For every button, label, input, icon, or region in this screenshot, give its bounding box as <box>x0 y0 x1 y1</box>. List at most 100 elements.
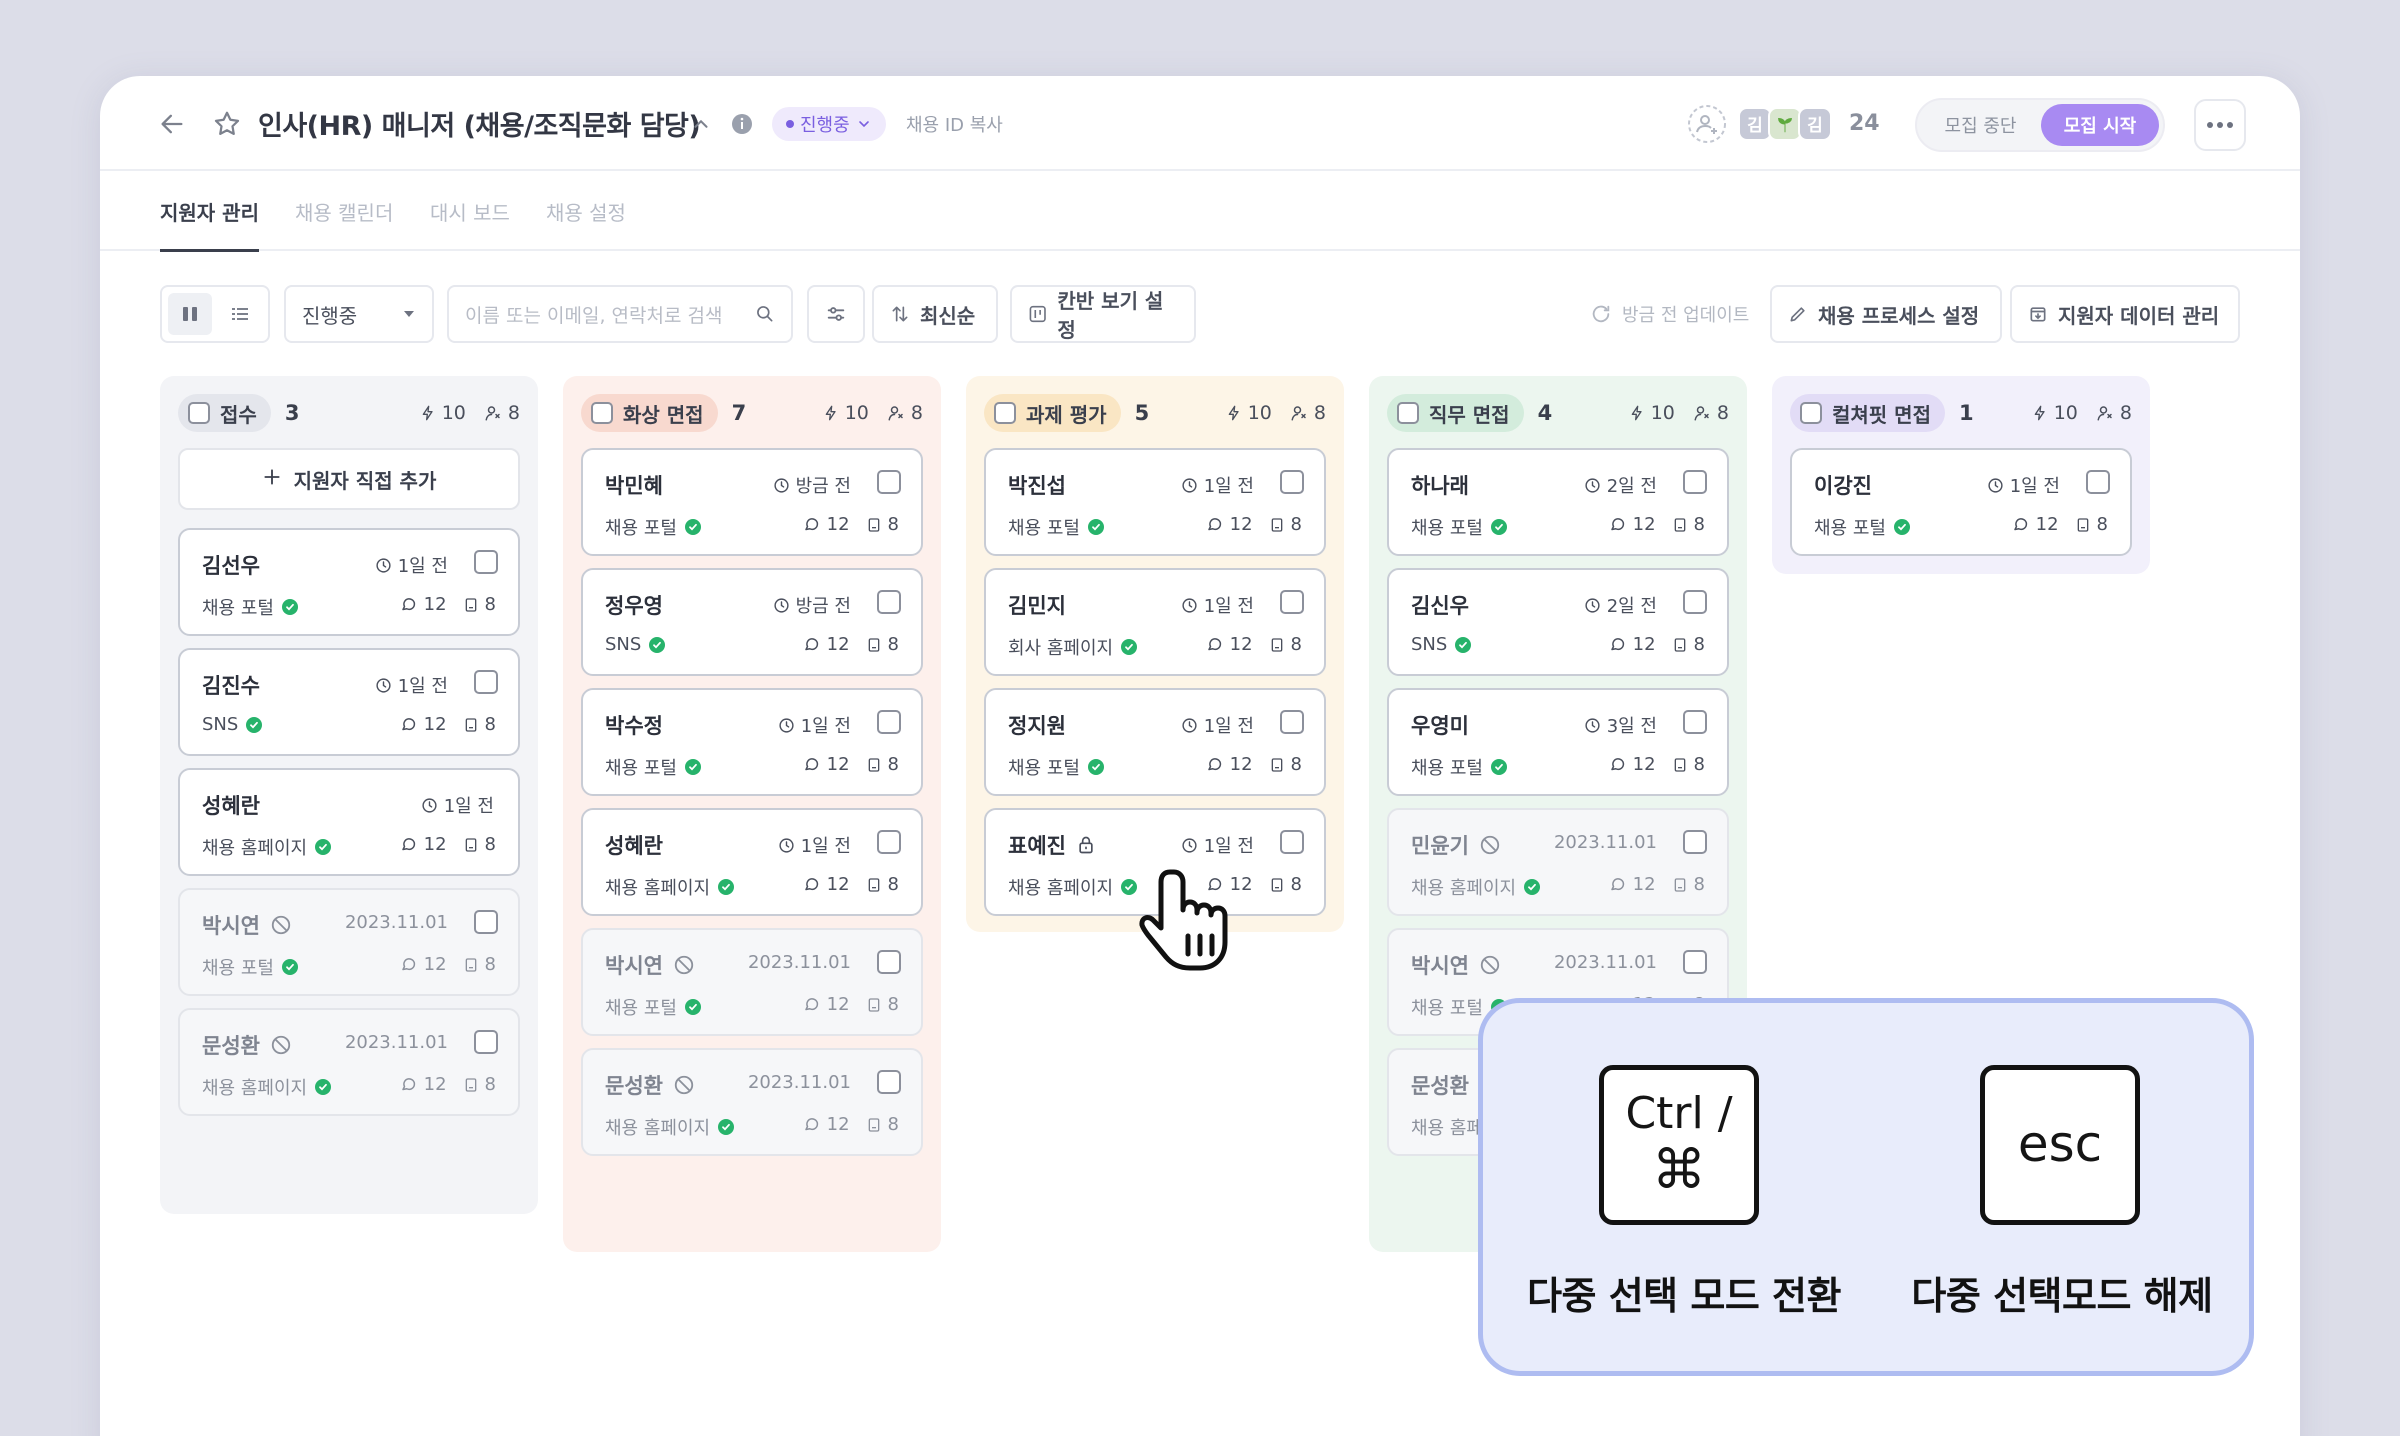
card-select-checkbox[interactable] <box>474 1030 498 1054</box>
applicant-card[interactable]: 정지원 1일 전 채용 포털 12 8 <box>984 688 1326 796</box>
chevron-down-icon <box>858 120 869 127</box>
applicant-card[interactable]: 민윤기 2023.11.01 채용 홈페이지 12 8 <box>1387 808 1729 916</box>
blocked-icon <box>1479 954 1501 976</box>
applicant-card[interactable]: 박진섭 1일 전 채용 포털 12 8 <box>984 448 1326 556</box>
star-icon[interactable] <box>212 76 242 171</box>
card-select-checkbox[interactable] <box>474 910 498 934</box>
info-icon[interactable] <box>730 76 754 171</box>
applied-time-text: 2023.11.01 <box>747 952 851 973</box>
chevron-up-icon[interactable] <box>690 76 712 171</box>
applicant-card[interactable]: 김신우 2일 전 SNS 12 8 <box>1387 568 1729 676</box>
stop-recruit-button[interactable]: 모집 중단 <box>1923 104 2038 146</box>
column-select-checkbox[interactable] <box>1397 402 1419 424</box>
blocked-icon <box>1479 834 1501 856</box>
source-text: 채용 포털 <box>1411 758 1483 779</box>
applicant-card[interactable]: 김선우 1일 전 채용 포털 12 8 <box>178 528 520 636</box>
more-options-button[interactable] <box>2194 99 2246 151</box>
card-select-checkbox[interactable] <box>474 550 498 574</box>
add-applicant-button[interactable]: 지원자 직접 추가 <box>178 448 520 510</box>
applicant-source: 채용 포털 <box>202 954 298 980</box>
process-settings-button[interactable]: 채용 프로세스 설정 <box>1770 285 2002 343</box>
applicant-card[interactable]: 박시연 2023.11.01 채용 포털 12 8 <box>581 928 923 1036</box>
card-select-checkbox[interactable] <box>1280 830 1304 854</box>
card-select-checkbox[interactable] <box>877 1070 901 1094</box>
applicant-name: 정지원 <box>1008 710 1066 740</box>
tab-settings[interactable]: 채용 설정 <box>546 171 626 251</box>
card-select-checkbox[interactable] <box>877 470 901 494</box>
card-select-checkbox[interactable] <box>1280 590 1304 614</box>
card-stats: 12 8 <box>803 874 899 895</box>
file-icon <box>866 877 882 893</box>
applicant-source: 채용 홈페이지 <box>1411 874 1541 900</box>
applicant-card[interactable]: 성혜란 1일 전 채용 홈페이지 12 8 <box>581 808 923 916</box>
search-input[interactable]: 이름 또는 이메일, 연락처로 검색 <box>447 285 793 343</box>
tab-applicants[interactable]: 지원자 관리 <box>160 171 259 252</box>
applicant-name: 박진섭 <box>1008 470 1066 500</box>
kanban-settings-button[interactable]: 칸반 보기 설정 <box>1010 285 1196 343</box>
card-select-checkbox[interactable] <box>1280 470 1304 494</box>
card-select-checkbox[interactable] <box>1683 710 1707 734</box>
applicant-card[interactable]: 김민지 1일 전 회사 홈페이지 12 8 <box>984 568 1326 676</box>
applicant-card[interactable]: 이강진 1일 전 채용 포털 12 8 <box>1790 448 2132 556</box>
applicant-name: 민윤기 <box>1411 830 1501 860</box>
add-member-icon[interactable] <box>1687 76 1727 171</box>
card-select-checkbox[interactable] <box>877 830 901 854</box>
column-select-checkbox[interactable] <box>188 402 210 424</box>
applied-time-text: 1일 전 <box>800 716 851 737</box>
applied-time: 1일 전 <box>1181 472 1254 498</box>
status-select[interactable]: 진행중 <box>284 285 434 343</box>
card-select-checkbox[interactable] <box>1683 950 1707 974</box>
card-select-checkbox[interactable] <box>877 950 901 974</box>
applicant-card[interactable]: 박시연 2023.11.01 채용 포털 12 8 <box>178 888 520 996</box>
column-select-checkbox[interactable] <box>994 402 1016 424</box>
member-avatars[interactable]: 김 김 <box>1738 76 1832 171</box>
status-badge[interactable]: 진행중 <box>772 106 886 141</box>
applicant-name: 김진수 <box>202 670 260 700</box>
applicant-name-text: 박시연 <box>1411 954 1469 978</box>
applied-time: 2일 전 <box>1584 592 1657 618</box>
applicant-card[interactable]: 우영미 3일 전 채용 포털 12 8 <box>1387 688 1729 796</box>
comment-count: 12 <box>1206 754 1253 775</box>
applicant-card[interactable]: 성혜란 1일 전 채용 홈페이지 12 8 <box>178 768 520 876</box>
comment-icon <box>400 836 418 854</box>
filter-button[interactable] <box>807 285 865 343</box>
applicant-name: 표예진 <box>1008 830 1096 860</box>
card-select-checkbox[interactable] <box>877 710 901 734</box>
card-select-checkbox[interactable] <box>877 590 901 614</box>
refresh-status[interactable]: 방금 전 업데이트 <box>1590 285 1749 343</box>
applied-time: 2일 전 <box>1584 472 1657 498</box>
list-view-button[interactable] <box>218 293 262 335</box>
kanban-view-button[interactable] <box>168 293 212 335</box>
card-select-checkbox[interactable] <box>1280 710 1304 734</box>
verified-check-icon <box>684 759 701 775</box>
applicant-card[interactable]: 김진수 1일 전 SNS 12 8 <box>178 648 520 756</box>
card-select-checkbox[interactable] <box>1683 830 1707 854</box>
data-manage-button[interactable]: 지원자 데이터 관리 <box>2010 285 2240 343</box>
card-select-checkbox[interactable] <box>1683 590 1707 614</box>
start-recruit-button[interactable]: 모집 시작 <box>2041 104 2159 146</box>
card-select-checkbox[interactable] <box>474 670 498 694</box>
card-select-checkbox[interactable] <box>2086 470 2110 494</box>
copy-id-link[interactable]: 채용 ID 복사 <box>906 76 1003 171</box>
column-select-checkbox[interactable] <box>591 402 613 424</box>
tab-dashboard[interactable]: 대시 보드 <box>430 171 510 251</box>
file-count: 8 <box>1269 754 1302 775</box>
applied-time-text: 2023.11.01 <box>747 1072 851 1093</box>
applicant-source: 채용 포털 <box>1411 514 1507 540</box>
tab-calendar[interactable]: 채용 캘린더 <box>295 171 393 251</box>
file-count-text: 8 <box>1693 754 1705 775</box>
applicant-card[interactable]: 정우영 방금 전 SNS 12 8 <box>581 568 923 676</box>
command-icon: ⌘ <box>1651 1138 1706 1202</box>
source-text: 채용 포털 <box>202 958 274 979</box>
applicant-card[interactable]: 문성환 2023.11.01 채용 홈페이지 12 8 <box>581 1048 923 1156</box>
applicant-card[interactable]: 박민혜 방금 전 채용 포털 12 8 <box>581 448 923 556</box>
back-arrow-icon[interactable] <box>158 76 186 171</box>
applied-time-text: 1일 전 <box>397 676 448 697</box>
sort-button[interactable]: 최신순 <box>872 285 998 343</box>
card-select-checkbox[interactable] <box>1683 470 1707 494</box>
column-select-checkbox[interactable] <box>1800 402 1822 424</box>
applicant-card[interactable]: 박수정 1일 전 채용 포털 12 8 <box>581 688 923 796</box>
applicant-card[interactable]: 하나래 2일 전 채용 포털 12 8 <box>1387 448 1729 556</box>
applicant-card[interactable]: 문성환 2023.11.01 채용 홈페이지 12 8 <box>178 1008 520 1116</box>
kanban-column: 과제 평가 5 10 8 박진섭 1일 전 채용 포털 12 8 김민지 1일 전 회사 홈페이지 12… <box>966 376 1344 932</box>
